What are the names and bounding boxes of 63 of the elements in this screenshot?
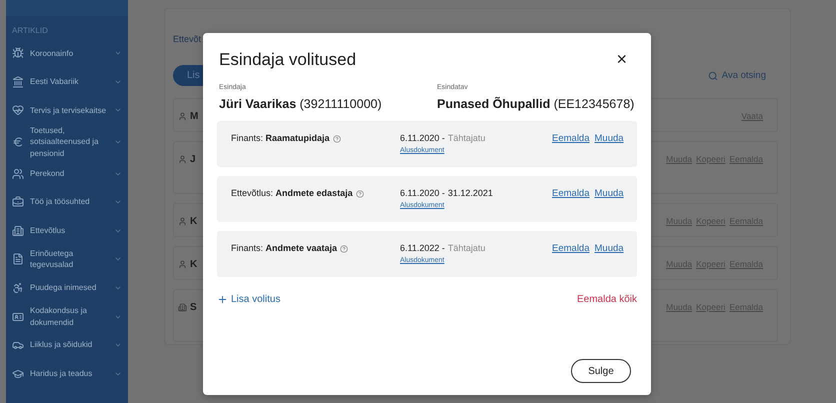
- euro-icon: [12, 136, 24, 148]
- sidebar-item[interactable]: Tervis ja tervisekaitse: [6, 96, 128, 125]
- people-icon: [12, 168, 24, 180]
- building-icon: [178, 303, 187, 312]
- sidebar-item[interactable]: Töö ja töösuhted: [6, 188, 128, 216]
- dialog-title: Esindaja volitused: [219, 50, 356, 70]
- id-card-icon: [12, 310, 24, 323]
- sidebar-item[interactable]: Liiklus ja sõidukid: [6, 330, 128, 360]
- document-icon: [12, 253, 24, 266]
- end-date: Tähtajatu: [448, 243, 486, 253]
- end-date: Tähtajatu: [448, 133, 486, 143]
- person-icon: [178, 217, 187, 226]
- close-dialog-button[interactable]: Sulge: [571, 359, 631, 383]
- start-date: 6.11.2020 -: [400, 133, 445, 143]
- role-text: Finants: Andmete vaataja: [231, 243, 338, 253]
- end-date: 31.12.2021: [448, 188, 493, 198]
- wheelchair-icon: [12, 282, 24, 294]
- columns-building-icon: [12, 76, 24, 88]
- start-date: 6.11.2020 -: [400, 188, 445, 198]
- party-name: Jüri Vaarikas (39211110000): [219, 97, 383, 111]
- action-link[interactable]: Muuda: [594, 243, 624, 277]
- role-text: Ettevõtlus: Andmete edastaja: [231, 188, 353, 198]
- help-icon[interactable]: [332, 135, 341, 143]
- start-date: 6.11.2022 -: [400, 243, 445, 253]
- action-link[interactable]: Muuda: [594, 133, 624, 167]
- party-name: Punased Õhupallid (EE12345678): [437, 97, 636, 111]
- car-icon: [12, 339, 24, 352]
- remove-all-link[interactable]: Eemalda kõik: [576, 294, 637, 305]
- person-icon: [178, 112, 187, 121]
- person-icon: [178, 260, 187, 269]
- add-link[interactable]: Lisa volitus: [217, 294, 280, 305]
- heart-icon: [12, 104, 24, 116]
- graduation-cap-icon: [12, 368, 24, 380]
- tab-label[interactable]: Ettevõt: [173, 34, 202, 44]
- sidebar-item[interactable]: Erinõuetega tegevusalad: [6, 245, 128, 274]
- action-link[interactable]: Eemalda: [552, 243, 590, 277]
- row-title: K: [190, 216, 198, 227]
- sidebar-item[interactable]: Kodakondsus ja dokumendid: [6, 302, 128, 331]
- building-icon: [12, 224, 24, 237]
- action-link[interactable]: Eemalda: [552, 188, 590, 222]
- sidebar-item[interactable]: Eesti Vabariik: [6, 68, 128, 96]
- action-link[interactable]: Muuda: [594, 188, 624, 222]
- row-title: K: [190, 259, 198, 270]
- sidebar-item[interactable]: Ettevõtlus: [6, 216, 128, 246]
- plus-icon: [217, 294, 228, 305]
- section-label: ARTIKLID: [11, 25, 49, 37]
- row-title: S: [190, 302, 197, 313]
- help-icon[interactable]: [356, 190, 364, 198]
- person-icon: [178, 155, 187, 164]
- sidebar-item[interactable]: Perekond: [6, 159, 128, 188]
- role-text: Finants: Raamatupidaja: [231, 133, 330, 143]
- help-icon[interactable]: [340, 245, 348, 253]
- row-title: J: [190, 154, 196, 165]
- sidebar-item[interactable]: Koroonainfo: [6, 39, 128, 68]
- sidebar-item[interactable]: Puudega inimesed: [6, 274, 128, 302]
- sidebar-item[interactable]: Haridus ja teadus: [6, 359, 128, 388]
- row-title: M: [190, 111, 198, 122]
- close-button[interactable]: ×: [606, 49, 637, 70]
- search-icon: [708, 70, 718, 80]
- briefcase-icon: [12, 196, 24, 208]
- virus-icon: [12, 47, 24, 60]
- action-link[interactable]: Eemalda: [552, 133, 590, 167]
- sidebar-item[interactable]: Toetused, sotsiaalteenused ja pensionid: [6, 124, 128, 160]
